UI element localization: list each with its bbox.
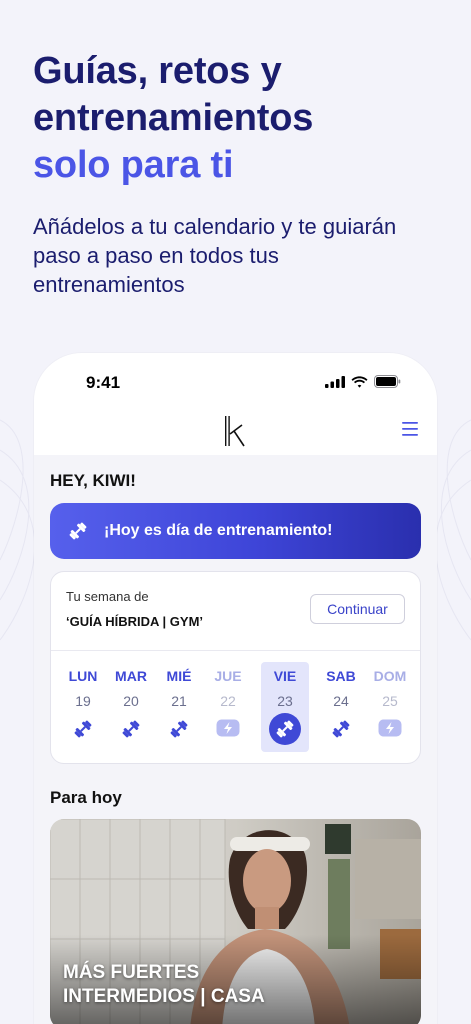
day-vie[interactable]: VIE 23	[261, 662, 309, 752]
battery-icon	[374, 375, 401, 388]
day-date: 21	[171, 693, 187, 709]
subtitle-line-1: Añádelos a tu calendario y te guiarán	[33, 214, 397, 239]
day-date: 22	[220, 693, 236, 709]
greeting: HEY, KIWI!	[50, 471, 136, 490]
subtitle-line-3: entrenamientos	[33, 272, 185, 297]
day-sab[interactable]: SAB 24	[317, 662, 365, 752]
day-mié[interactable]: MIÉ 21	[155, 662, 203, 752]
headline: Guías, retos y entrenamientos solo para …	[33, 48, 453, 189]
workout-card[interactable]: MÁS FUERTES INTERMEDIOS | CASA	[50, 819, 421, 1024]
section-title-today: Para hoy	[50, 788, 122, 807]
headline-line-3: solo para ti	[33, 144, 234, 186]
day-dom[interactable]: DOM 25	[366, 662, 414, 752]
day-name: JUE	[214, 668, 242, 684]
day-name: DOM	[373, 668, 407, 684]
headline-line-2: entrenamientos	[33, 97, 314, 139]
workout-title-line-2: INTERMEDIOS | CASA	[63, 986, 265, 1007]
day-lun[interactable]: LUN 19	[59, 662, 107, 752]
status-icons	[325, 375, 401, 388]
menu-icon[interactable]	[401, 420, 419, 438]
week-label: Tu semana de	[66, 589, 149, 604]
wifi-icon	[351, 375, 368, 388]
week-card: Tu semana de ‘GUÍA HÍBRIDA | GYM’ Contin…	[50, 571, 421, 764]
status-time: 9:41	[86, 373, 121, 392]
dumbbell-icon	[261, 713, 309, 745]
signal-icon	[325, 375, 345, 388]
subtitle: Añádelos a tu calendario y te guiarán pa…	[33, 212, 443, 299]
day-date: 24	[333, 693, 349, 709]
headline-line-1: Guías, retos y	[33, 50, 282, 92]
day-jue[interactable]: JUE 22	[204, 662, 252, 752]
day-date: 20	[123, 693, 139, 709]
week-days: LUN 19 MAR 20 MIÉ 21 JUE 22 VIE 23 SAB 24 DOM 25	[51, 662, 420, 754]
phone-mockup: 9:41 HEY, KIWI! ¡Hoy es día de entrenami…	[34, 353, 437, 1024]
workout-title: MÁS FUERTES INTERMEDIOS | CASA	[63, 961, 265, 1009]
continue-button[interactable]: Continuar	[310, 594, 405, 624]
training-day-banner[interactable]: ¡Hoy es día de entrenamiento!	[50, 503, 421, 559]
day-date: 23	[277, 693, 293, 709]
dumbbell-icon	[155, 719, 203, 739]
subtitle-line-2: paso a paso en todos tus	[33, 243, 279, 268]
bolt-icon	[366, 719, 414, 737]
dumbbell-icon	[68, 521, 88, 541]
banner-text: ¡Hoy es día de entrenamiento!	[104, 522, 333, 539]
day-date: 25	[382, 693, 398, 709]
day-name: LUN	[68, 668, 98, 684]
day-name: VIE	[273, 668, 297, 684]
day-name: MAR	[115, 668, 147, 684]
day-date: 19	[75, 693, 91, 709]
week-program-name: ‘GUÍA HÍBRIDA | GYM’	[66, 614, 204, 629]
divider	[51, 650, 420, 651]
dumbbell-icon	[107, 719, 155, 739]
bolt-icon	[204, 719, 252, 737]
day-mar[interactable]: MAR 20	[107, 662, 155, 752]
dumbbell-icon	[317, 719, 365, 739]
workout-title-line-1: MÁS FUERTES	[63, 962, 200, 983]
day-name: MIÉ	[166, 668, 192, 684]
app-logo	[225, 416, 245, 447]
day-name: SAB	[326, 668, 356, 684]
dumbbell-icon	[59, 719, 107, 739]
app-header	[34, 403, 437, 455]
